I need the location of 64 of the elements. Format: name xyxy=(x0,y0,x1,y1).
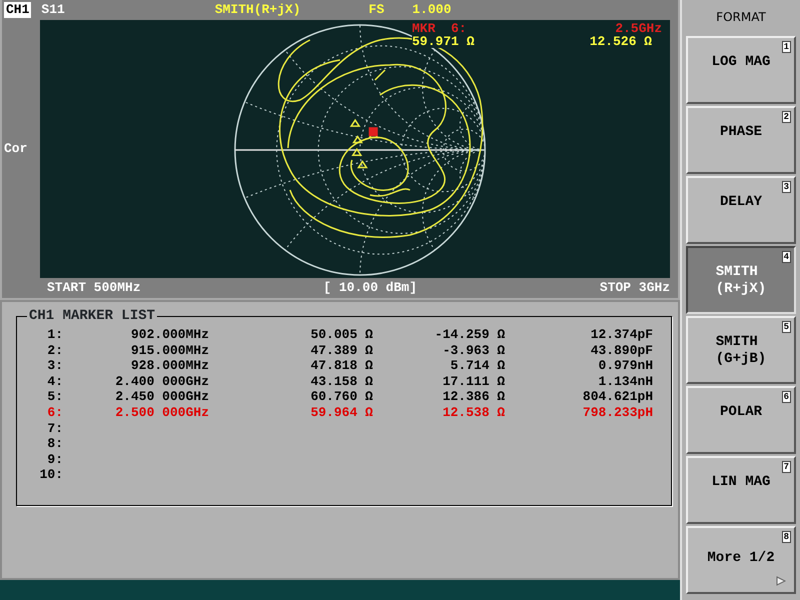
softkey-button[interactable]: LOG MAG 1 xyxy=(686,36,796,104)
softkey-button[interactable]: DELAY 3 xyxy=(686,176,796,244)
start-frequency: START 500MHz xyxy=(47,279,141,298)
softkey-button[interactable]: LIN MAG 7 xyxy=(686,456,796,524)
source-power: [ 10.00 dBm] xyxy=(323,279,418,298)
marker-number: 5: xyxy=(46,389,63,405)
table-cell-text: 17.111 Ω xyxy=(442,374,505,390)
table-cell-text: 59.964 Ω xyxy=(310,404,373,421)
table-cell-text: 12.374pF xyxy=(590,327,653,343)
table-cell-text: 0.979nH xyxy=(597,358,653,374)
softkey-number: 8 xyxy=(782,531,791,543)
stop-frequency: STOP 3GHz xyxy=(600,279,670,298)
softkey-button[interactable]: POLAR 6 xyxy=(686,386,796,454)
parameter-label: S11 xyxy=(41,1,65,20)
marker-number: 2: xyxy=(46,342,63,358)
table-cell-text: 2.450 000GHz xyxy=(114,389,209,405)
softkey-number: 1 xyxy=(782,41,791,53)
scale-value: 1.000 xyxy=(412,1,452,20)
channel-label: CH1 xyxy=(4,2,32,18)
table-cell-text: -14.259 Ω xyxy=(434,327,505,343)
table-cell-text: 2.500 000GHz xyxy=(114,404,209,421)
correction-label: Cor xyxy=(4,140,28,158)
table-cell-text: 804.621pH xyxy=(582,389,653,405)
table-cell-text: 928.000MHz xyxy=(130,358,209,374)
table-cell-text: 12.386 Ω xyxy=(442,389,505,405)
table-cell-text: 12.538 Ω xyxy=(442,404,505,421)
softkey-number: 5 xyxy=(782,321,791,333)
table-cell-text: 50.005 Ω xyxy=(310,327,373,343)
marker-number: 9: xyxy=(46,452,63,468)
marker-number: 7: xyxy=(46,420,63,436)
table-cell-text: 798.233pH xyxy=(582,404,653,421)
marker-number: 4: xyxy=(46,374,63,390)
softkey-number: 3 xyxy=(782,181,791,193)
marker-number: 8: xyxy=(46,436,63,452)
softkey-number: 2 xyxy=(782,111,791,123)
marker-number: 10: xyxy=(38,467,63,483)
table-cell-text: 5.714 Ω xyxy=(449,358,505,374)
marker-resistance: 59.971 Ω xyxy=(412,35,474,48)
softkey-button[interactable]: More 1/2 8 xyxy=(686,526,796,594)
table-cell-text: 902.000MHz xyxy=(130,327,209,343)
table-cell-text: 43.158 Ω xyxy=(310,374,373,390)
marker-reactance: 12.526 Ω xyxy=(590,35,652,48)
softkey-button[interactable]: SMITH (G+jB) 5 xyxy=(686,316,796,384)
table-cell-text: 43.890pF xyxy=(590,342,653,358)
softkey-button[interactable]: PHASE 2 xyxy=(686,106,796,174)
format-label: SMITH(R+jX) xyxy=(214,1,301,20)
table-cell-text: 915.000MHz xyxy=(130,342,209,358)
scale-label: FS xyxy=(368,1,384,20)
table-cell-text: 2.400 000GHz xyxy=(114,374,209,390)
marker-number: 6: xyxy=(46,404,63,421)
softkey-button[interactable]: SMITH (R+jX) 4 xyxy=(686,246,796,314)
table-cell-text: 47.818 Ω xyxy=(310,358,373,374)
table-cell-text: -3.963 Ω xyxy=(442,342,505,358)
marker-number: 3: xyxy=(46,358,63,374)
table-cell-text: 1.134nH xyxy=(597,374,653,390)
marker-frequency: 2.5GHz xyxy=(615,22,662,35)
softkey-number: 7 xyxy=(782,461,791,473)
table-cell-text: 47.389 Ω xyxy=(310,342,373,358)
menu-title: FORMAT xyxy=(715,9,767,26)
softkey-number: 4 xyxy=(782,251,791,263)
softkey-number: 6 xyxy=(782,391,791,403)
marker-readout-label: MKR 6: xyxy=(412,22,467,35)
table-cell-text: 60.760 Ω xyxy=(310,389,373,405)
marker-number: 1: xyxy=(46,327,63,343)
